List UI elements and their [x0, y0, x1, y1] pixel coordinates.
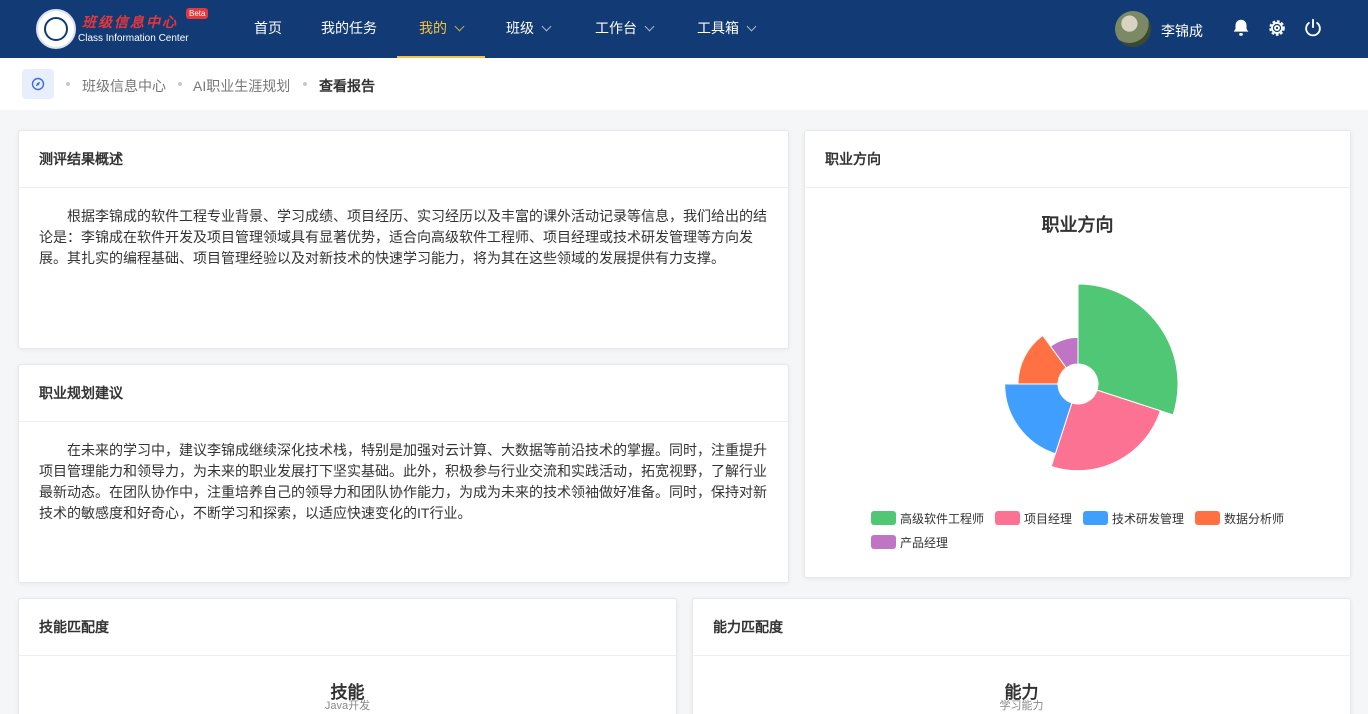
bell-icon[interactable]	[1230, 17, 1252, 39]
advice-card-title: 职业规划建议	[19, 365, 788, 422]
skills-match-card: 技能匹配度 技能 Java开发	[18, 598, 677, 714]
chevron-down-icon	[644, 21, 655, 32]
nav-home[interactable]: 首页	[244, 0, 292, 58]
username[interactable]: 李锦成	[1161, 21, 1203, 41]
school-logo-icon[interactable]	[36, 9, 76, 49]
breadcrumb-separator	[66, 82, 70, 86]
logo-subtitle: Class Information Center	[78, 33, 189, 44]
legend-swatch	[1083, 511, 1108, 525]
nav-mine[interactable]: 我的	[397, 0, 485, 58]
gear-icon[interactable]	[1266, 17, 1288, 39]
legend-swatch	[1195, 511, 1220, 525]
career-chart-title: 职业方向	[1041, 215, 1114, 235]
logo-title: 班级信息中心	[82, 14, 178, 30]
nav-toolbox[interactable]: 工具箱	[686, 0, 766, 58]
skills-chart-subtitle: Java开发	[324, 700, 371, 712]
compass-icon	[31, 77, 45, 91]
chevron-down-icon	[541, 21, 552, 32]
rose-slice-1[interactable]	[1077, 283, 1179, 416]
career-direction-card: 职业方向 职业方向 高级软件工程师 项目经理 技术研发管理 数据分析师产品经理	[804, 130, 1351, 578]
chevron-down-icon	[454, 21, 465, 32]
legend-label: 产品经理	[900, 536, 949, 550]
summary-card-title: 测评结果概述	[19, 131, 788, 188]
avatar[interactable]	[1115, 11, 1151, 47]
advice-text: 在未来的学习中，建议李锦成继续深化技术栈，特别是加强对云计算、大数据等前沿技术的…	[39, 442, 767, 521]
power-icon[interactable]	[1302, 17, 1324, 39]
career-rose-chart	[1004, 283, 1179, 472]
legend-swatch	[995, 511, 1020, 525]
skills-card-title: 技能匹配度	[19, 599, 676, 656]
compass-button[interactable]	[22, 69, 54, 99]
career-card-title: 职业方向	[805, 131, 1350, 188]
ability-chart-subtitle: 学习能力	[999, 700, 1044, 712]
nav-my-tasks[interactable]: 我的任务	[312, 0, 386, 58]
advice-card: 职业规划建议 在未来的学习中，建议李锦成继续深化技术栈，特别是加强对云计算、大数…	[18, 364, 789, 583]
summary-text: 根据李锦成的软件工程专业背景、学习成绩、项目经历、实习经历以及丰富的课外活动记录…	[39, 208, 767, 266]
top-navbar: 班级信息中心 Beta Class Information Center 首页 …	[0, 0, 1368, 58]
ability-card-title: 能力匹配度	[693, 599, 1350, 656]
breadcrumb-class-center[interactable]: 班级信息中心	[82, 76, 166, 96]
breadcrumb-separator	[303, 82, 307, 86]
legend-label: 高级软件工程师	[900, 512, 985, 526]
legend-swatch	[871, 535, 896, 549]
ability-match-card: 能力匹配度 能力 学习能力	[692, 598, 1351, 714]
legend-label: 数据分析师	[1224, 512, 1285, 526]
chevron-down-icon	[746, 21, 757, 32]
legend-label: 技术研发管理	[1112, 512, 1185, 526]
beta-badge: Beta	[186, 8, 209, 19]
nav-workbench[interactable]: 工作台	[584, 0, 664, 58]
legend-label: 项目经理	[1024, 512, 1073, 526]
breadcrumb: 班级信息中心 AI职业生涯规划 查看报告	[0, 58, 1368, 110]
breadcrumb-separator	[178, 82, 182, 86]
nav-class[interactable]: 班级	[495, 0, 561, 58]
breadcrumb-view-report: 查看报告	[319, 78, 375, 94]
summary-card: 测评结果概述 根据李锦成的软件工程专业背景、学习成绩、项目经历、实习经历以及丰富…	[18, 130, 789, 349]
legend-swatch	[871, 511, 896, 525]
breadcrumb-ai-career[interactable]: AI职业生涯规划	[193, 76, 290, 96]
